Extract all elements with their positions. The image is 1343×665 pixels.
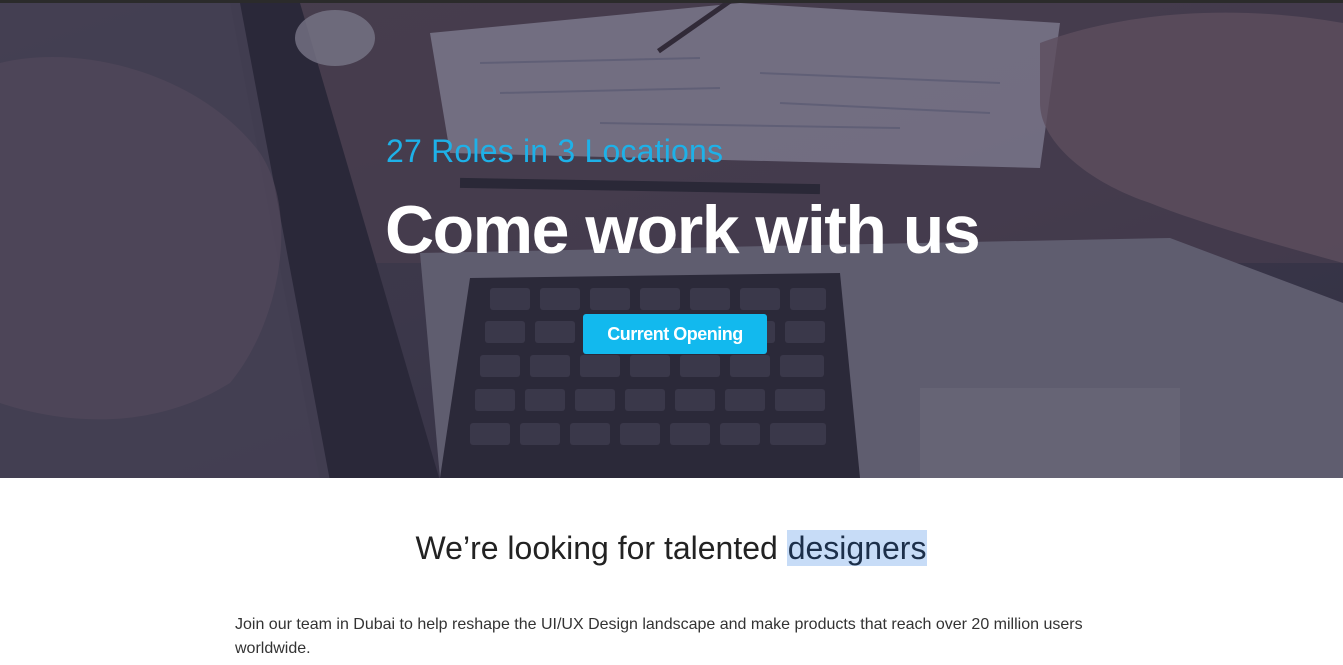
- hero-subtitle: 27 Roles in 3 Locations: [386, 133, 724, 169]
- hero-banner: 27 Roles in 3 Locations Come work with u…: [0, 3, 1343, 478]
- section-title-highlight: designers: [786, 530, 928, 566]
- section-title: We’re looking for talented designers: [0, 530, 1343, 567]
- section-body-text: Join our team in Dubai to help reshape t…: [235, 616, 1083, 657]
- section-title-text: We’re looking for talented: [415, 530, 787, 566]
- current-opening-button[interactable]: Current Opening: [583, 314, 767, 354]
- hero-title: Come work with us: [385, 192, 981, 268]
